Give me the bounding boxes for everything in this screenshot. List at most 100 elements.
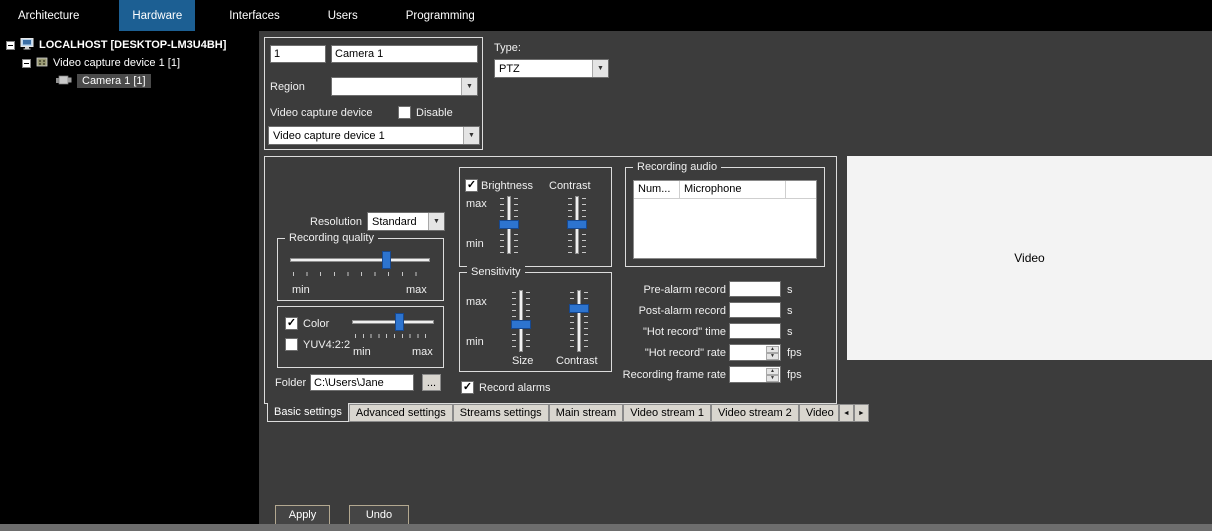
tree-item-localhost[interactable]: LOCALHOST [DESKTOP-LM3U4BH] xyxy=(6,37,226,53)
brightness-min-label: min xyxy=(466,238,484,250)
post-alarm-unit: s xyxy=(787,305,793,317)
chevron-down-icon[interactable]: ▼ xyxy=(428,213,444,230)
chevron-down-icon[interactable]: ▼ xyxy=(463,127,479,144)
quality-min-label: min xyxy=(292,284,310,296)
tab-hardware[interactable]: Hardware xyxy=(119,0,195,31)
tab-scroll-right-icon[interactable]: ► xyxy=(854,404,869,422)
slider-ticks xyxy=(293,272,429,276)
bottom-status-strip xyxy=(0,524,1212,531)
record-alarms-label: Record alarms xyxy=(479,382,551,394)
column-num[interactable]: Num... xyxy=(634,181,680,198)
region-select[interactable]: ▼ xyxy=(331,77,478,96)
slider-track[interactable] xyxy=(577,290,581,352)
capture-device-value: Video capture device 1 xyxy=(273,130,385,142)
audio-table-header: Num... Microphone xyxy=(634,181,816,199)
color-max-label: max xyxy=(412,346,433,358)
capture-device-select[interactable]: Video capture device 1 ▼ xyxy=(268,126,480,145)
yuv-label: YUV4:2:2 xyxy=(303,339,350,351)
contrast-label: Contrast xyxy=(549,180,591,192)
folder-field[interactable] xyxy=(310,374,414,391)
tab-basic-settings[interactable]: Basic settings xyxy=(267,403,349,422)
hot-record-time-unit: s xyxy=(787,326,793,338)
top-menu-bar: Architecture Hardware Interfaces Users P… xyxy=(0,0,1212,31)
tree-item-camera[interactable]: Camera 1 [1] xyxy=(56,73,151,89)
chevron-down-icon[interactable]: ▼ xyxy=(461,78,477,95)
color-slider[interactable] xyxy=(352,312,434,340)
browse-button[interactable]: ... xyxy=(422,374,441,391)
tab-users[interactable]: Users xyxy=(318,0,368,31)
hot-record-time-field[interactable] xyxy=(729,323,781,339)
recording-frame-rate-unit: fps xyxy=(787,369,802,381)
region-label: Region xyxy=(270,81,305,93)
apply-button[interactable]: Apply xyxy=(275,505,330,525)
tab-main-stream[interactable]: Main stream xyxy=(549,404,624,422)
folder-label: Folder xyxy=(275,377,306,389)
tab-advanced-settings[interactable]: Advanced settings xyxy=(349,404,453,422)
spin-up-icon[interactable]: ▲ xyxy=(766,346,779,353)
tab-architecture[interactable]: Architecture xyxy=(8,0,89,31)
slider-ticks xyxy=(570,292,574,351)
color-min-label: min xyxy=(353,346,371,358)
computer-icon xyxy=(20,38,34,53)
collapse-icon[interactable] xyxy=(22,59,31,68)
recording-audio-title: Recording audio xyxy=(633,161,721,173)
pre-alarm-field[interactable] xyxy=(729,281,781,297)
recording-quality-slider[interactable] xyxy=(290,250,430,278)
tab-interfaces[interactable]: Interfaces xyxy=(219,0,290,31)
brightness-slider[interactable] xyxy=(498,196,520,254)
slider-track[interactable] xyxy=(290,258,430,262)
tab-video-truncated[interactable]: Video xyxy=(799,404,839,422)
tab-video-stream-1[interactable]: Video stream 1 xyxy=(623,404,711,422)
capture-device-icon xyxy=(36,56,48,71)
type-label: Type: xyxy=(494,42,521,54)
tab-programming[interactable]: Programming xyxy=(396,0,485,31)
spin-down-icon[interactable]: ▼ xyxy=(766,353,779,360)
resolution-value: Standard xyxy=(372,216,417,228)
spinner-buttons: ▲ ▼ xyxy=(766,368,779,381)
recording-quality-title: Recording quality xyxy=(285,232,378,244)
slider-thumb[interactable] xyxy=(511,320,531,329)
tree-item-capture-device[interactable]: Video capture device 1 [1] xyxy=(22,55,180,71)
column-microphone[interactable]: Microphone xyxy=(680,181,786,198)
collapse-icon[interactable] xyxy=(6,41,15,50)
record-alarms-checkbox[interactable] xyxy=(461,381,474,394)
slider-thumb[interactable] xyxy=(569,304,589,313)
yuv-checkbox[interactable] xyxy=(285,338,298,351)
tab-streams-settings[interactable]: Streams settings xyxy=(453,404,549,422)
hot-record-rate-spinner[interactable]: ▲ ▼ xyxy=(729,344,781,361)
video-preview-panel: Video xyxy=(847,156,1212,360)
color-checkbox[interactable] xyxy=(285,317,298,330)
recording-audio-table[interactable]: Num... Microphone xyxy=(633,180,817,259)
spin-up-icon[interactable]: ▲ xyxy=(766,368,779,375)
tree-item-label: Video capture device 1 [1] xyxy=(53,57,180,69)
brightness-max-label: max xyxy=(466,198,487,210)
slider-thumb[interactable] xyxy=(499,220,519,229)
post-alarm-label: Post-alarm record xyxy=(596,305,726,317)
sensitivity-title: Sensitivity xyxy=(467,266,525,278)
chevron-down-icon[interactable]: ▼ xyxy=(592,60,608,77)
hot-record-rate-label: "Hot record" rate xyxy=(596,347,726,359)
tab-scroll-left-icon[interactable]: ◄ xyxy=(839,404,854,422)
post-alarm-field[interactable] xyxy=(729,302,781,318)
slider-thumb[interactable] xyxy=(395,313,404,331)
disable-checkbox[interactable] xyxy=(398,106,411,119)
contrast-slider[interactable] xyxy=(566,196,588,254)
undo-button[interactable]: Undo xyxy=(349,505,409,525)
sensitivity-contrast-slider[interactable] xyxy=(568,290,590,352)
type-select[interactable]: PTZ ▼ xyxy=(494,59,609,78)
pre-alarm-label: Pre-alarm record xyxy=(596,284,726,296)
camera-name-field[interactable] xyxy=(331,45,478,63)
capture-device-label: Video capture device xyxy=(270,107,373,119)
slider-thumb[interactable] xyxy=(567,220,587,229)
sensitivity-size-slider[interactable] xyxy=(510,290,532,352)
slider-thumb[interactable] xyxy=(382,251,391,269)
tab-video-stream-2[interactable]: Video stream 2 xyxy=(711,404,799,422)
slider-track[interactable] xyxy=(352,320,434,324)
brightness-checkbox[interactable] xyxy=(465,179,478,192)
spin-down-icon[interactable]: ▼ xyxy=(766,375,779,382)
resolution-select[interactable]: Standard ▼ xyxy=(367,212,445,231)
recording-frame-rate-spinner[interactable]: ▲ ▼ xyxy=(729,366,781,383)
color-label: Color xyxy=(303,318,329,330)
camera-id-field[interactable] xyxy=(270,45,326,63)
sensitivity-min-label: min xyxy=(466,336,484,348)
